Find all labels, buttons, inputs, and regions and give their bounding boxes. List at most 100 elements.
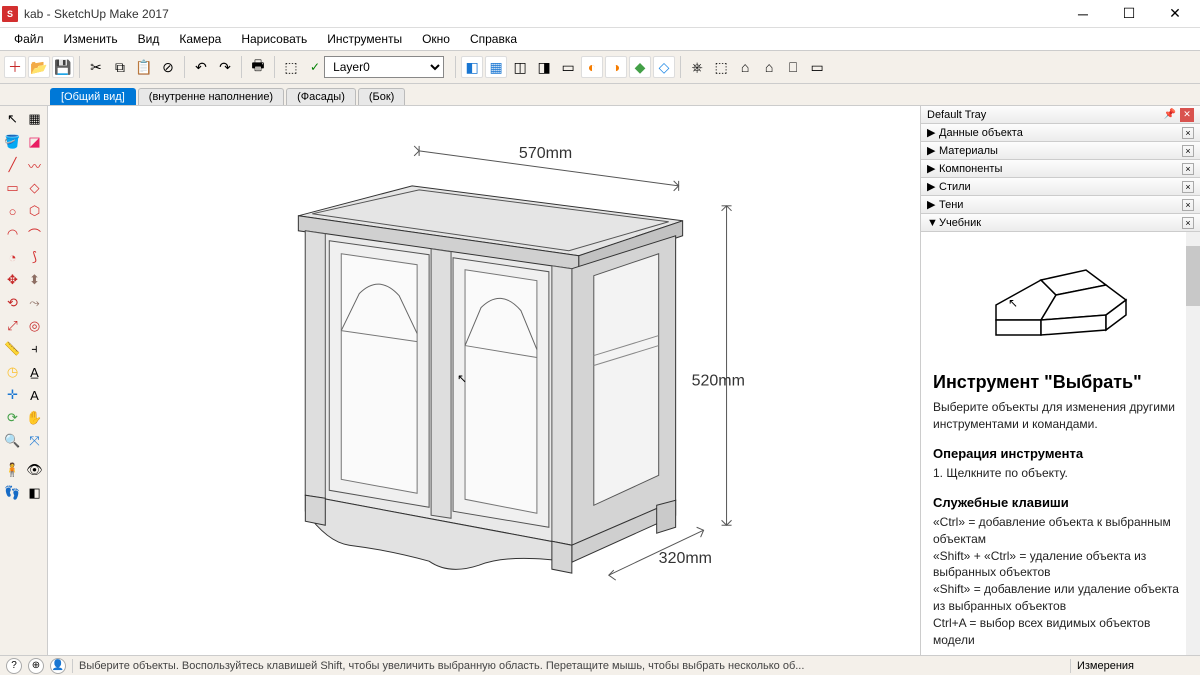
menu-draw[interactable]: Нарисовать	[233, 30, 315, 48]
print-icon[interactable]: 🖶	[247, 56, 269, 78]
left-view-icon[interactable]: ◐	[581, 56, 603, 78]
circle-icon[interactable]: ○	[2, 200, 23, 222]
model-info-icon[interactable]: ⬚	[280, 56, 302, 78]
paint-bucket-icon[interactable]: 🪣	[2, 131, 23, 153]
protractor-icon[interactable]: ◷	[2, 361, 23, 383]
panel-entity-info[interactable]: ▶Данные объекта×	[921, 124, 1200, 142]
tray-titlebar[interactable]: Default Tray 📌 ✕	[921, 106, 1200, 124]
layer-dropdown[interactable]: Layer0	[324, 56, 444, 78]
polygon-icon[interactable]: ⬡	[24, 200, 45, 222]
pan-icon[interactable]: ✋	[24, 407, 45, 429]
paste-icon[interactable]: 📋	[133, 56, 155, 78]
panel-materials[interactable]: ▶Материалы×	[921, 142, 1200, 160]
scale-icon[interactable]: ⤢	[2, 315, 23, 337]
menu-camera[interactable]: Камера	[171, 30, 229, 48]
style-icon-a[interactable]: ⎈	[686, 56, 708, 78]
scrollbar-thumb[interactable]	[1186, 246, 1200, 306]
text-icon[interactable]: A̲	[24, 361, 45, 383]
rectangle-icon[interactable]: ▭	[2, 177, 23, 199]
arc2-icon[interactable]: ⌒	[24, 223, 45, 245]
position-camera-icon[interactable]: 🧍	[2, 459, 23, 481]
menu-window[interactable]: Окно	[414, 30, 458, 48]
maximize-button[interactable]: ☐	[1106, 0, 1152, 28]
arc-icon[interactable]: ◠	[2, 223, 23, 245]
panel-close-icon[interactable]: ×	[1182, 199, 1194, 211]
eraser-icon[interactable]: ◪	[24, 131, 45, 153]
undo-icon[interactable]: ↶	[190, 56, 212, 78]
style-icon-d[interactable]: ⌂	[758, 56, 780, 78]
rotate-icon[interactable]: ⟲	[2, 292, 23, 314]
top-view-icon[interactable]: ▦	[485, 56, 507, 78]
orbit-icon[interactable]: ⟳	[2, 407, 23, 429]
menu-help[interactable]: Справка	[462, 30, 525, 48]
move-icon[interactable]: ✥	[2, 269, 23, 291]
panel-close-icon[interactable]: ×	[1182, 217, 1194, 229]
scene-tab-side[interactable]: (Бок)	[358, 88, 405, 105]
close-button[interactable]: ✕	[1152, 0, 1198, 28]
style-icon-f[interactable]: ▭	[806, 56, 828, 78]
style-icon-e[interactable]: ⎕	[782, 56, 804, 78]
scrollbar-track[interactable]	[1186, 232, 1200, 655]
offset-icon[interactable]: ◎	[24, 315, 45, 337]
look-around-icon[interactable]: 👁	[24, 459, 45, 481]
separator	[680, 56, 681, 78]
cut-icon[interactable]: ✂	[85, 56, 107, 78]
front-view-icon[interactable]: ◫	[509, 56, 531, 78]
axes-icon[interactable]: ✛	[2, 384, 23, 406]
panel-close-icon[interactable]: ×	[1182, 163, 1194, 175]
redo-icon[interactable]: ↷	[214, 56, 236, 78]
minimize-button[interactable]: ─	[1060, 0, 1106, 28]
panel-close-icon[interactable]: ×	[1182, 145, 1194, 157]
pin-icon[interactable]: 📌	[1164, 109, 1176, 120]
view-icon-b[interactable]: ◆	[629, 56, 651, 78]
back-view-icon[interactable]: ▭	[557, 56, 579, 78]
scene-tab-facades[interactable]: (Фасады)	[286, 88, 356, 105]
copy-icon[interactable]: ⧉	[109, 56, 131, 78]
new-file-icon[interactable]: ＋	[4, 56, 26, 78]
3dtext-icon[interactable]: A	[24, 384, 45, 406]
geo-icon[interactable]: ⊕	[28, 658, 44, 674]
scene-tab-main[interactable]: [Общий вид]	[50, 88, 136, 105]
cabinet-model[interactable]	[298, 186, 682, 573]
menu-view[interactable]: Вид	[130, 30, 168, 48]
dimension-icon[interactable]: ⫞	[24, 338, 45, 360]
delete-icon[interactable]: ⊘	[157, 56, 179, 78]
style-icon-c[interactable]: ⌂	[734, 56, 756, 78]
walk-icon[interactable]: 👣	[2, 482, 23, 504]
panel-components[interactable]: ▶Компоненты×	[921, 160, 1200, 178]
section-icon[interactable]: ◧	[24, 482, 45, 504]
view-icon-a[interactable]: ◑	[605, 56, 627, 78]
menu-edit[interactable]: Изменить	[56, 30, 126, 48]
zoom-icon[interactable]: 🔍	[2, 430, 23, 452]
help-icon[interactable]: ?	[6, 658, 22, 674]
panel-instructor[interactable]: ▼Учебник×	[921, 214, 1200, 232]
line-tool-icon[interactable]: ╱	[2, 154, 23, 176]
person-icon[interactable]: 👤	[50, 658, 66, 674]
panel-close-icon[interactable]: ×	[1182, 127, 1194, 139]
zoom-extents-icon[interactable]: ⤧	[24, 430, 45, 452]
right-view-icon[interactable]: ◨	[533, 56, 555, 78]
menu-file[interactable]: Файл	[6, 30, 52, 48]
select-tool-icon[interactable]: ↖	[2, 108, 23, 130]
rotated-rect-icon[interactable]: ◇	[24, 177, 45, 199]
freehand-icon[interactable]: 〰	[24, 154, 45, 176]
style-icon-b[interactable]: ⬚	[710, 56, 732, 78]
panel-close-icon[interactable]: ×	[1182, 181, 1194, 193]
view-icon-c[interactable]: ◇	[653, 56, 675, 78]
model-canvas[interactable]: 570mm 520mm 320mm	[48, 106, 920, 655]
arc3-icon[interactable]: ⟆	[24, 246, 45, 268]
panel-styles[interactable]: ▶Стили×	[921, 178, 1200, 196]
menu-tools[interactable]: Инструменты	[319, 30, 410, 48]
pie-icon[interactable]: ◔	[2, 246, 23, 268]
open-file-icon[interactable]: 📂	[28, 56, 50, 78]
panel-shadows[interactable]: ▶Тени×	[921, 196, 1200, 214]
make-component-icon[interactable]: ▦	[24, 108, 45, 130]
viewport[interactable]: 570mm 520mm 320mm	[48, 106, 920, 655]
tape-icon[interactable]: 📏	[2, 338, 23, 360]
tray-close-icon[interactable]: ✕	[1180, 108, 1194, 122]
save-icon[interactable]: 💾	[52, 56, 74, 78]
followme-icon[interactable]: ⤳	[24, 292, 45, 314]
pushpull-icon[interactable]: ⬍	[24, 269, 45, 291]
scene-tab-interior[interactable]: (внутренне наполнение)	[138, 88, 284, 105]
iso-view-icon[interactable]: ◧	[461, 56, 483, 78]
